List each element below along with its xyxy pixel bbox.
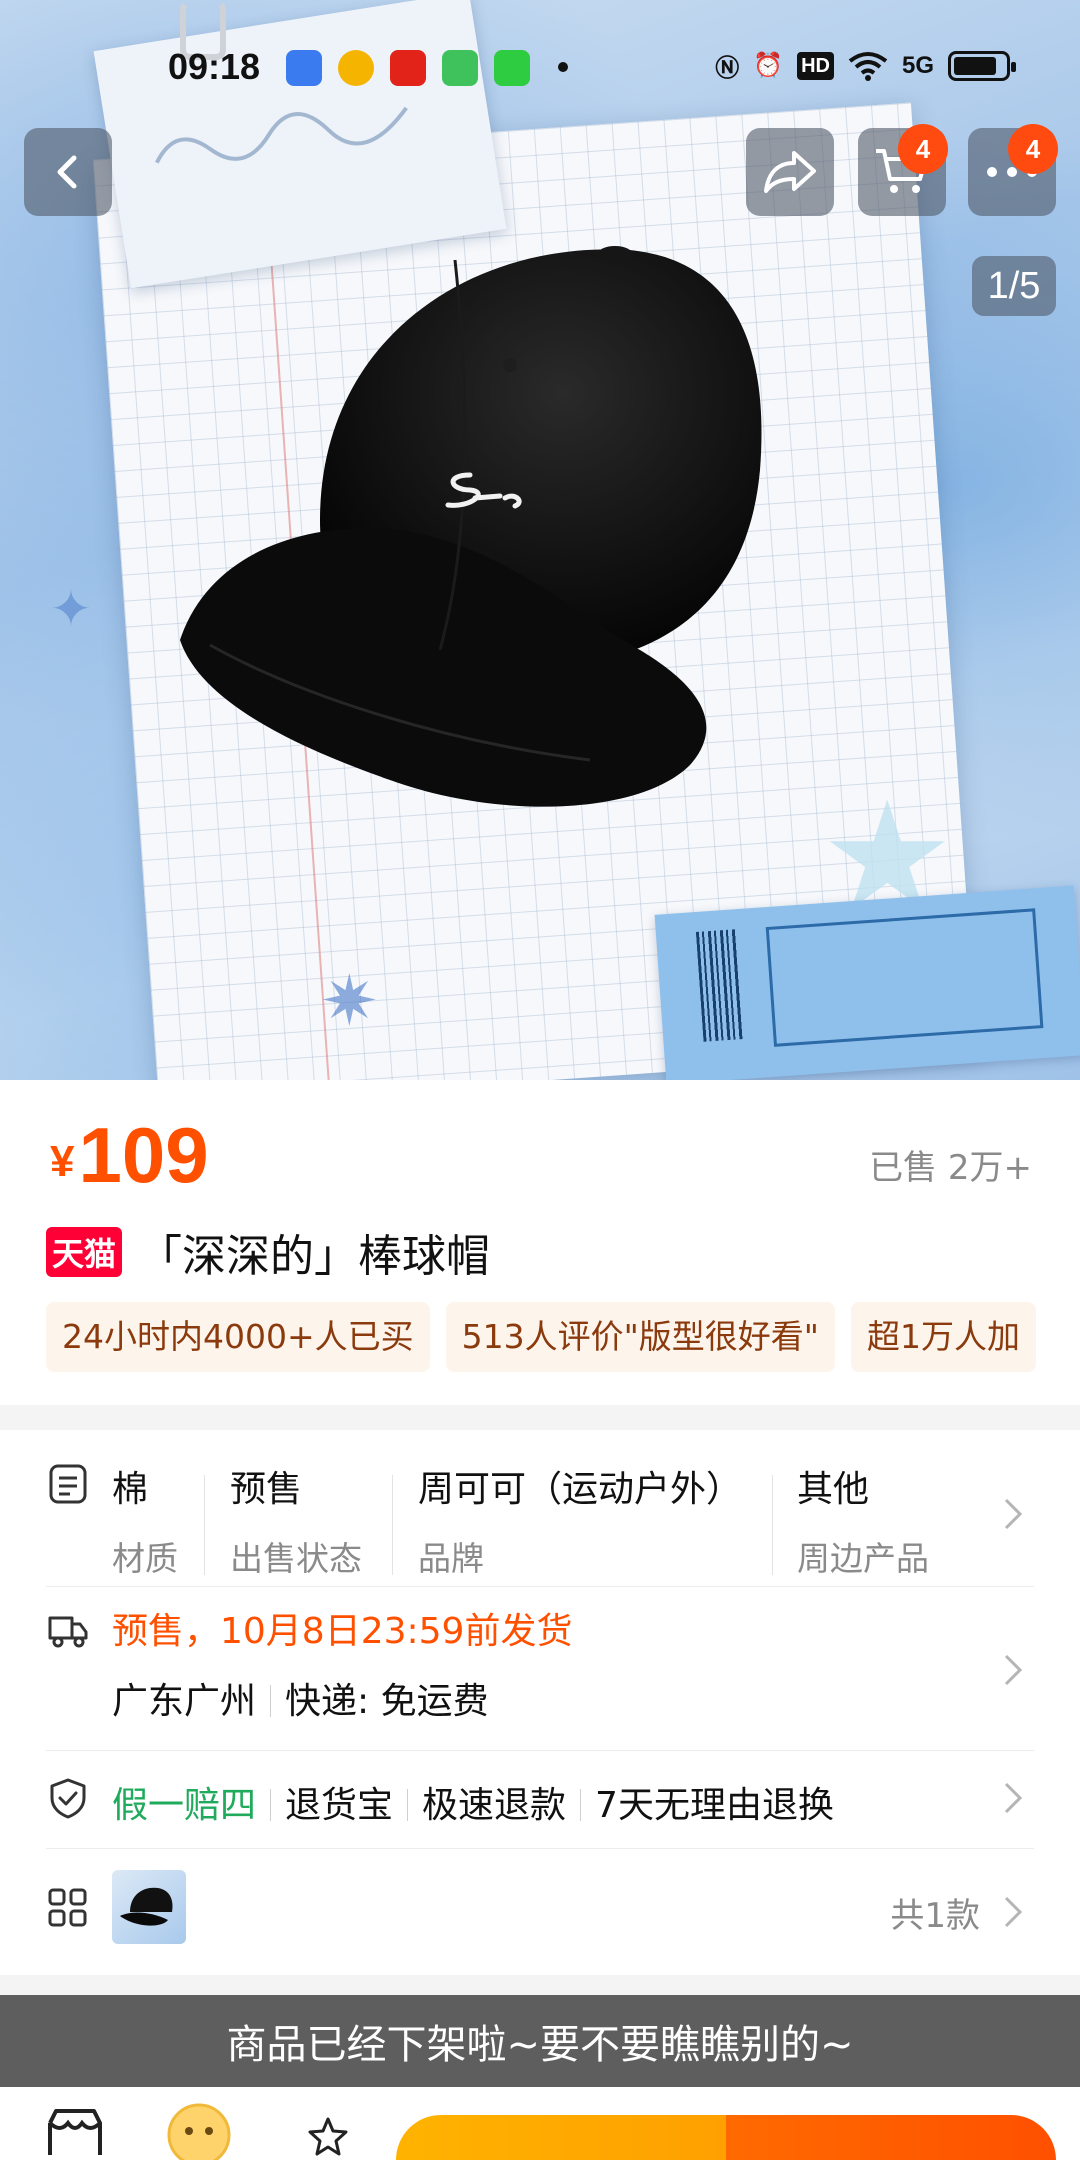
nfc-icon: Ⓝ [715,55,740,82]
share-button[interactable] [746,128,834,216]
delivery-fee: 快递: 免运费 [285,1681,489,1722]
off-shelf-banner: 商品已经下架啦~要不要瞧瞧别的~ [0,1995,1080,2087]
image-counter: 1/5 [972,256,1056,316]
product-info-card: 棉 材质 预售 出售状态 周可可（运动户外） 品牌 其他 周边产品 预售，10月… [0,1430,1080,1975]
store-icon[interactable] [44,2105,106,2155]
chevron-right-icon[interactable] [998,1494,1028,1534]
messages-icon [442,50,478,86]
sku-thumbnail[interactable] [112,1870,186,1944]
divider [392,1475,393,1575]
attr-brand: 周可可（运动户外） 品牌 [418,1460,742,1580]
sold-count: 已售 2万+ [869,1148,1032,1188]
map-app-icon [286,50,322,86]
notification-dot [558,62,568,72]
guarantee-item: 7天无理由退换 [595,1785,834,1826]
attr-value: 预售 [230,1469,303,1510]
alarm-icon: ⏰ [753,52,784,79]
message-count-badge: 4 [1008,124,1058,174]
highlight-tag[interactable]: 超1万人加 [850,1302,1036,1372]
highlight-tag[interactable]: 513人评价"版型很好看" [445,1302,835,1372]
chevron-right-icon[interactable] [998,1892,1028,1932]
shield-check-icon [50,1778,86,1819]
tmall-badge: 天猫 [46,1227,123,1277]
sparkle-decoration: ✦ [50,580,92,638]
network-5g-icon: 5G [901,51,934,79]
attr-label: 周边产品 [797,1539,929,1578]
price-value: 109 [78,1111,209,1199]
attr-label: 材质 [112,1539,178,1578]
buy-action-button[interactable] [396,2115,1056,2160]
cap-thumbnail-image [120,1887,173,1926]
attr-label: 出售状态 [230,1539,362,1578]
favorite-star-icon[interactable] [306,2115,350,2159]
delivery-truck-icon [48,1616,88,1648]
chevron-left-icon [57,155,77,189]
divider [772,1475,773,1575]
attr-material: 棉 材质 [112,1460,178,1580]
status-time: 09:18 [168,46,261,87]
guarantee-item: 极速退款 [422,1785,567,1826]
status-bar: 09:18 Ⓝ ⏰ HD 5G [0,0,1080,140]
weibo-icon [338,50,374,86]
customer-service-icon[interactable] [164,2097,234,2160]
attr-label: 品牌 [418,1539,484,1578]
bottom-action-bar [0,2087,1080,2160]
guarantee-highlight: 假一赔四 [112,1785,257,1826]
attr-value: 其他 [797,1469,870,1510]
wifi-icon [848,51,888,81]
currency-symbol: ¥ [50,1137,75,1186]
attr-category: 其他 周边产品 [797,1460,929,1580]
back-button[interactable] [24,128,112,216]
share-arrow-icon [764,151,816,193]
attr-value: 棉 [112,1469,149,1510]
divider [270,1789,272,1821]
divider [580,1789,582,1821]
ticket-decoration [654,885,1080,1080]
sparkle-decoration: ✷ [320,960,379,1042]
presale-notice: 预售，10月8日23:59前发货 [112,1611,573,1652]
divider [270,1685,272,1717]
iqiyi-icon [494,50,530,86]
cart-button[interactable]: 4 [858,124,948,216]
pinduoduo-icon [390,50,426,86]
shipping-details: 广东广州 快递: 免运费 [112,1672,489,1724]
divider [204,1475,205,1575]
battery-icon [948,50,1016,81]
chevron-right-icon[interactable] [998,1650,1028,1690]
highlight-tags: 24小时内4000+人已买 513人评价"版型很好看" 超1万人加 [46,1302,1080,1372]
product-title: 「深深的」棒球帽 [138,1231,491,1282]
guarantee-item: 退货宝 [285,1785,394,1826]
divider [46,1750,1034,1751]
product-price: ¥109 [50,1110,209,1201]
hd-icon: HD [797,51,834,80]
chevron-right-icon[interactable] [998,1778,1028,1818]
divider [46,1848,1034,1849]
attr-value: 周可可（运动户外） [418,1469,743,1510]
more-button[interactable]: 4 [968,124,1058,216]
baseball-cap-image [180,246,762,807]
price-section: ¥109 已售 2万+ 天猫 「深深的」棒球帽 24小时内4000+人已买 51… [0,1080,1080,1405]
highlight-tag[interactable]: 24小时内4000+人已买 [46,1302,430,1372]
divider [407,1789,409,1821]
spec-list-icon [49,1464,87,1504]
ship-origin: 广东广州 [112,1681,257,1722]
cart-count-badge: 4 [898,124,948,174]
attr-sale-status: 预售 出售状态 [230,1460,362,1580]
guarantee-list: 假一赔四 退货宝 极速退款 7天无理由退换 [112,1776,834,1828]
divider [46,1586,1034,1587]
grid-icon [48,1888,87,1927]
sku-count: 共1款 [890,1896,980,1936]
title-row: 天猫 「深深的」棒球帽 [46,1220,490,1284]
